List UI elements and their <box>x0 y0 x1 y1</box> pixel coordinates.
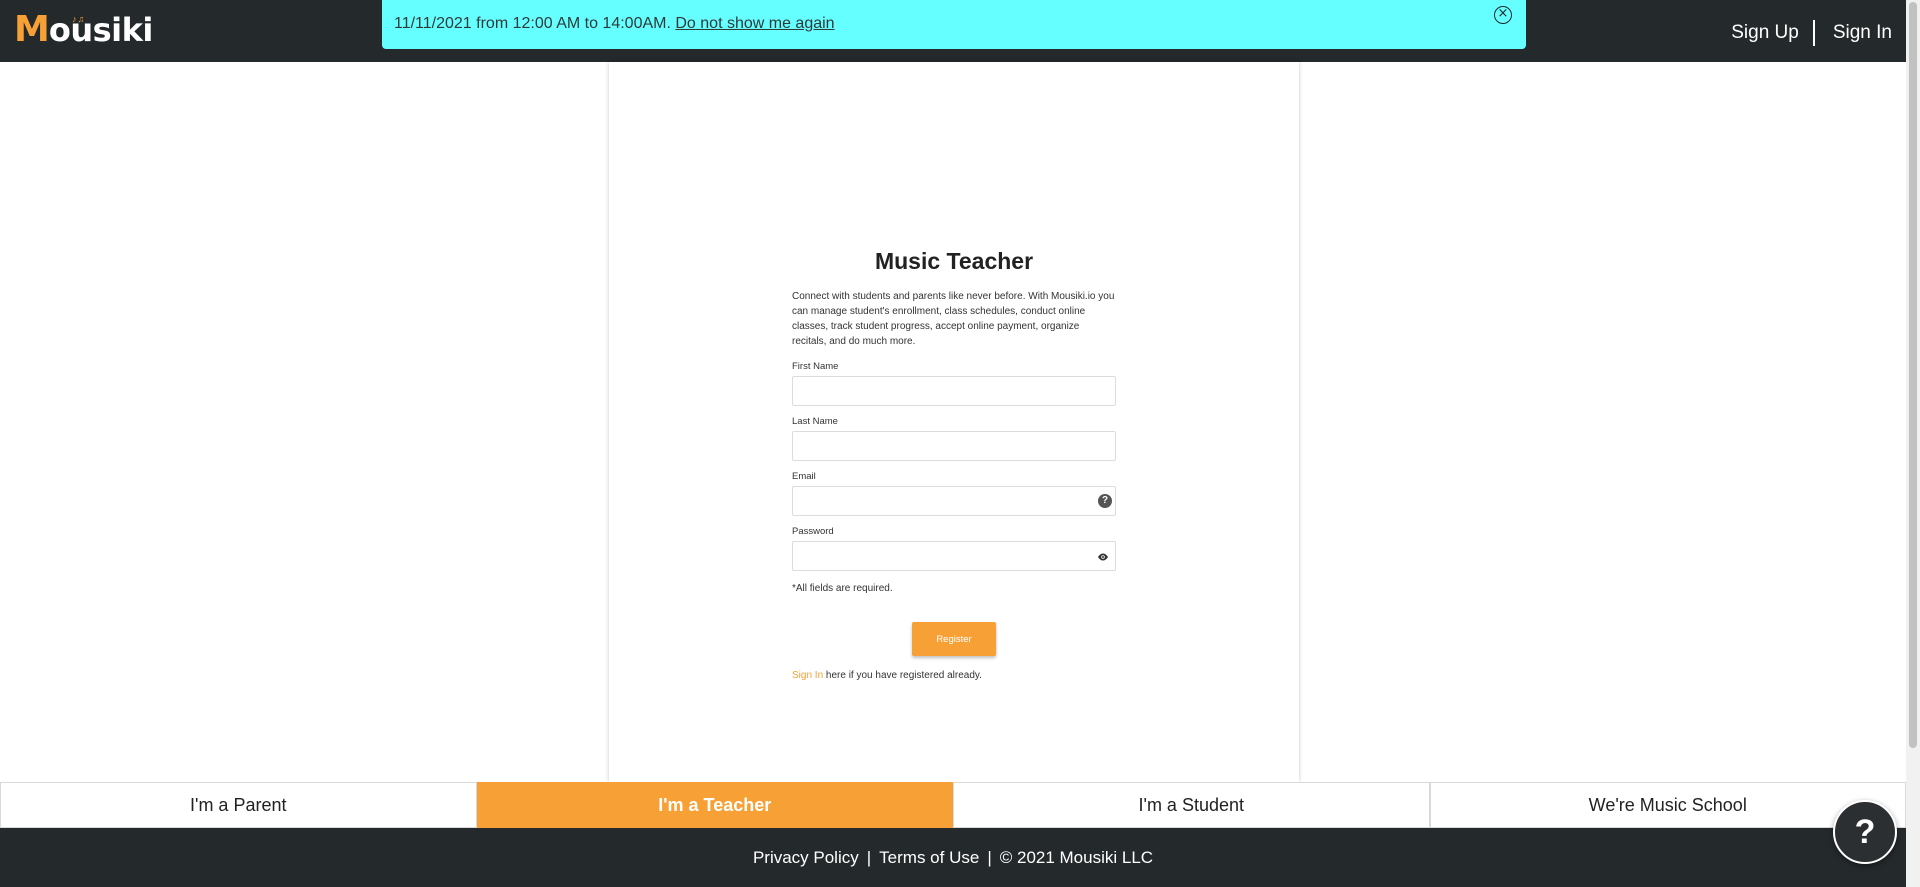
sign-in-prompt: Sign In here if you have registered alre… <box>792 670 1116 681</box>
banner-text: 11/11/2021 from 12:00 AM to 14:00AM. Do … <box>394 15 835 33</box>
tab-parent[interactable]: I'm a Parent <box>0 782 477 828</box>
footer-separator: | <box>987 847 992 867</box>
page-scrollbar[interactable] <box>1906 0 1920 887</box>
last-name-label: Last Name <box>792 416 838 427</box>
form-description: Connect with students and parents like n… <box>792 291 1115 347</box>
last-name-input[interactable] <box>793 432 1115 460</box>
help-button[interactable]: ? <box>1833 800 1897 864</box>
password-input[interactable] <box>793 542 1115 570</box>
auth-links: Sign Up Sign In <box>1731 20 1892 46</box>
sign-up-link[interactable]: Sign Up <box>1731 22 1799 44</box>
teacher-registration-form: Music Teacher Connect with students and … <box>792 248 1116 681</box>
do-not-show-again-link[interactable]: Do not show me again <box>675 15 834 32</box>
email-label: Email <box>792 471 816 482</box>
eye-icon[interactable] <box>1097 552 1109 562</box>
copyright-text: © 2021 Mousiki LLC <box>999 847 1154 867</box>
privacy-policy-link[interactable]: Privacy Policy <box>753 848 859 868</box>
first-name-label: First Name <box>792 361 839 372</box>
footer-separator: | <box>866 847 872 867</box>
footer: Privacy Policy | Terms of Use | © 2021 M… <box>0 828 1906 887</box>
password-field-box <box>792 541 1116 571</box>
music-notes-icon: ♪♫ <box>72 14 86 24</box>
sign-in-form-link[interactable]: Sign In <box>792 670 823 681</box>
sign-in-link[interactable]: Sign In <box>1833 22 1892 44</box>
tab-teacher[interactable]: I'm a Teacher <box>476 782 953 828</box>
first-name-group: First Name <box>792 361 1116 406</box>
mousiki-logo[interactable]: Mousiki ♪♫ <box>14 10 153 50</box>
divider <box>1812 20 1815 46</box>
last-name-field-box <box>792 431 1116 461</box>
form-title: Music Teacher <box>874 248 1034 274</box>
last-name-group: Last Name <box>792 416 1116 461</box>
logo-text: ousiki <box>48 11 154 49</box>
email-input[interactable] <box>793 487 1115 515</box>
email-group: Email ? <box>792 471 1116 516</box>
tab-student[interactable]: I'm a Student <box>953 782 1430 828</box>
password-label: Password <box>792 526 834 537</box>
role-tabs: I'm a Parent I'm a Teacher I'm a Student… <box>0 782 1906 828</box>
question-circle-icon[interactable]: ? <box>1098 494 1112 508</box>
first-name-field-box <box>792 376 1116 406</box>
terms-of-use-link[interactable]: Terms of Use <box>879 848 979 868</box>
announcement-banner: 11/11/2021 from 12:00 AM to 14:00AM. Do … <box>382 0 1526 49</box>
email-field-box: ? <box>792 486 1116 516</box>
first-name-input[interactable] <box>793 377 1115 405</box>
required-note: *All fields are required. <box>792 583 893 594</box>
banner-message: 11/11/2021 from 12:00 AM to 14:00AM. <box>394 15 671 32</box>
password-group: Password <box>792 526 1116 571</box>
sign-in-suffix: here if you have registered already. <box>823 670 982 681</box>
scrollbar-thumb[interactable] <box>1909 2 1917 748</box>
logo-m-letter: M <box>14 9 50 50</box>
close-circle-icon[interactable]: × <box>1494 6 1512 24</box>
register-button[interactable]: Register <box>912 622 996 656</box>
